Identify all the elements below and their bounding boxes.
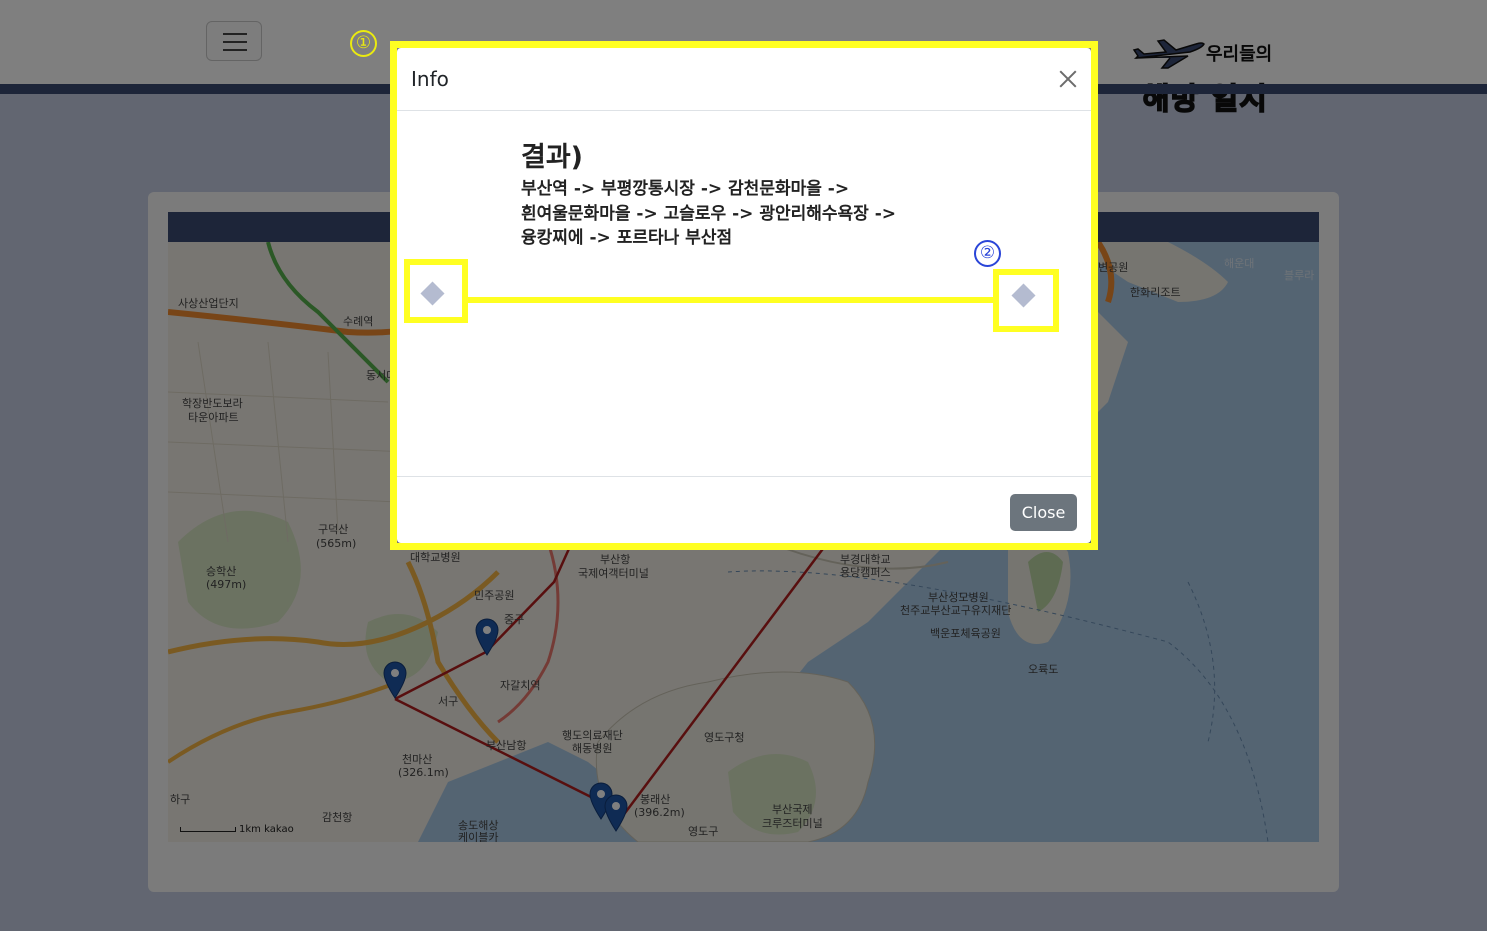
route-line: 흰여울문화마을 -> 고슬로우 -> 광안리해수욕장 ->: [521, 203, 897, 224]
result-heading: 결과): [521, 142, 584, 173]
modal-body: 결과) 부산역 -> 부평깡통시장 -> 감천문화마을 -> 흰여울문화마을 -…: [397, 111, 1091, 476]
route-line: 부산역 -> 부평깡통시장 -> 감천문화마을 ->: [521, 179, 850, 199]
modal-title: Info: [411, 67, 449, 91]
route-line: 융캉찌에 -> 포르타나 부산점: [521, 228, 733, 248]
annotation-number-1: ①: [350, 30, 377, 57]
modal-header: Info: [397, 48, 1091, 111]
result-route: 부산역 -> 부평깡통시장 -> 감천문화마을 -> 흰여울문화마을 -> 고슬…: [521, 177, 951, 251]
modal-footer: Close: [397, 476, 1091, 543]
highlight-connector: [468, 297, 993, 303]
close-icon[interactable]: [1057, 68, 1079, 90]
close-button[interactable]: Close: [1010, 494, 1077, 531]
info-modal: Info 결과) 부산역 -> 부평깡통시장 -> 감천문화마을 -> 흰여울문…: [397, 48, 1091, 543]
annotation-number-2: ②: [974, 240, 1001, 267]
